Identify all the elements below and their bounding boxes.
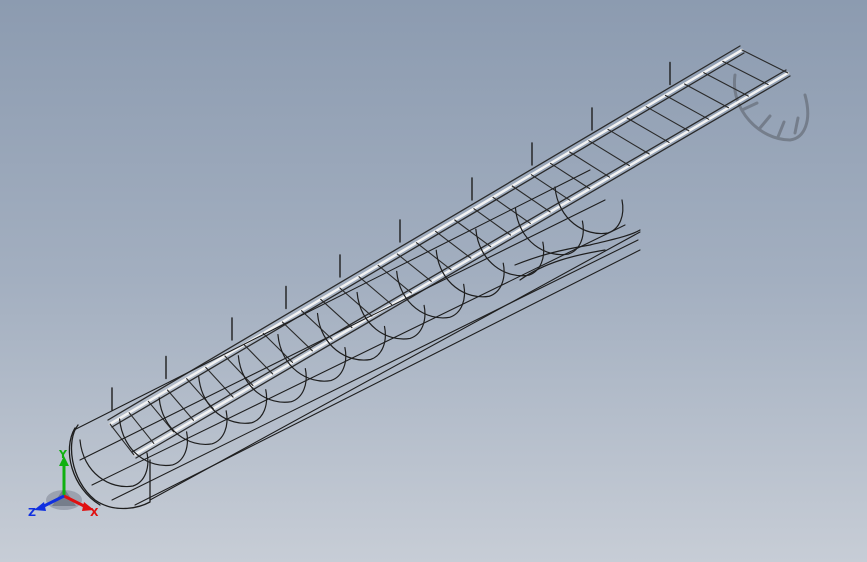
ladder-rung (607, 128, 650, 155)
ladder-rung (281, 321, 313, 352)
cage-vertical-bars (73, 169, 641, 506)
ladder-rung (722, 60, 769, 86)
coordinate-triad[interactable]: Y X Z (26, 448, 106, 528)
z-axis-label: Z (28, 506, 36, 519)
ladder-rung (569, 151, 611, 178)
ladder-rung (626, 117, 670, 144)
ghost-hoop-top-end (732, 73, 810, 142)
ladder-rung (243, 344, 274, 375)
ladder-rung (415, 242, 452, 271)
ladder-rung (645, 106, 690, 132)
ladder-standoff-posts (111, 61, 671, 411)
ladder-rung (549, 162, 591, 190)
ladder-rung (377, 264, 413, 294)
ladder-rung (511, 185, 551, 213)
ladder-rung (741, 49, 789, 74)
y-axis-label: Y (58, 448, 68, 461)
ladder-rung (128, 412, 155, 444)
ladder-rung (703, 72, 749, 97)
ladder-rung (683, 83, 730, 109)
ladder-rung (492, 196, 531, 225)
ladder-rung (339, 287, 373, 317)
ladder-rung (454, 219, 492, 248)
ladder-rung (358, 276, 393, 306)
cage-hoop (356, 291, 426, 340)
ladder-rung (300, 310, 333, 340)
graphics-viewport[interactable]: Y X Z (0, 0, 867, 562)
ladder-rung (664, 94, 710, 120)
ladder-rung (588, 140, 631, 167)
x-axis-label: X (90, 506, 99, 519)
ladder-cage-wireframe-model[interactable] (0, 0, 867, 562)
ladder-rung (205, 366, 234, 398)
